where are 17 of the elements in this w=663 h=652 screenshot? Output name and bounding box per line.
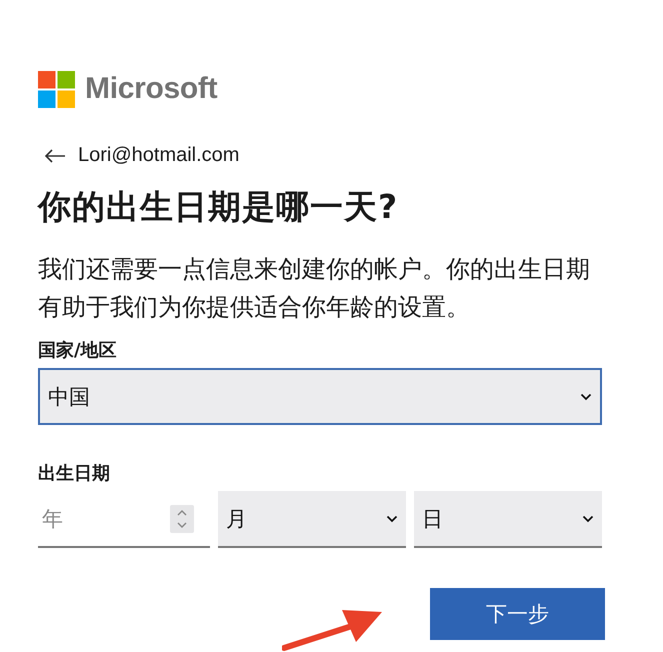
day-select[interactable]: 日 bbox=[414, 491, 602, 548]
field-label: 出生日期 bbox=[38, 462, 111, 485]
chevron-down-icon bbox=[580, 392, 592, 400]
logo-text: Microsoft bbox=[85, 72, 218, 106]
next-button[interactable]: 下一步 bbox=[430, 588, 605, 640]
spinner-icon[interactable] bbox=[170, 504, 194, 532]
year-field[interactable]: 年 bbox=[38, 494, 170, 544]
chevron-down-icon bbox=[582, 514, 594, 522]
logo-icon bbox=[38, 70, 75, 108]
account-email: Lori@hotmail.com bbox=[78, 144, 240, 167]
field-label: 国家/地区 bbox=[38, 339, 118, 362]
chevron-down-icon bbox=[386, 514, 398, 522]
page-heading: 你的出生日期是哪一天? bbox=[38, 186, 400, 228]
country-select[interactable]: 中国 bbox=[38, 368, 602, 425]
month-select[interactable]: 月 bbox=[218, 491, 406, 548]
back-arrow-icon[interactable] bbox=[44, 148, 66, 162]
description-text: 我们还需要一点信息来创建你的帐户。你的出生日期有助于我们为你提供适合你年龄的设置。 bbox=[38, 254, 591, 323]
